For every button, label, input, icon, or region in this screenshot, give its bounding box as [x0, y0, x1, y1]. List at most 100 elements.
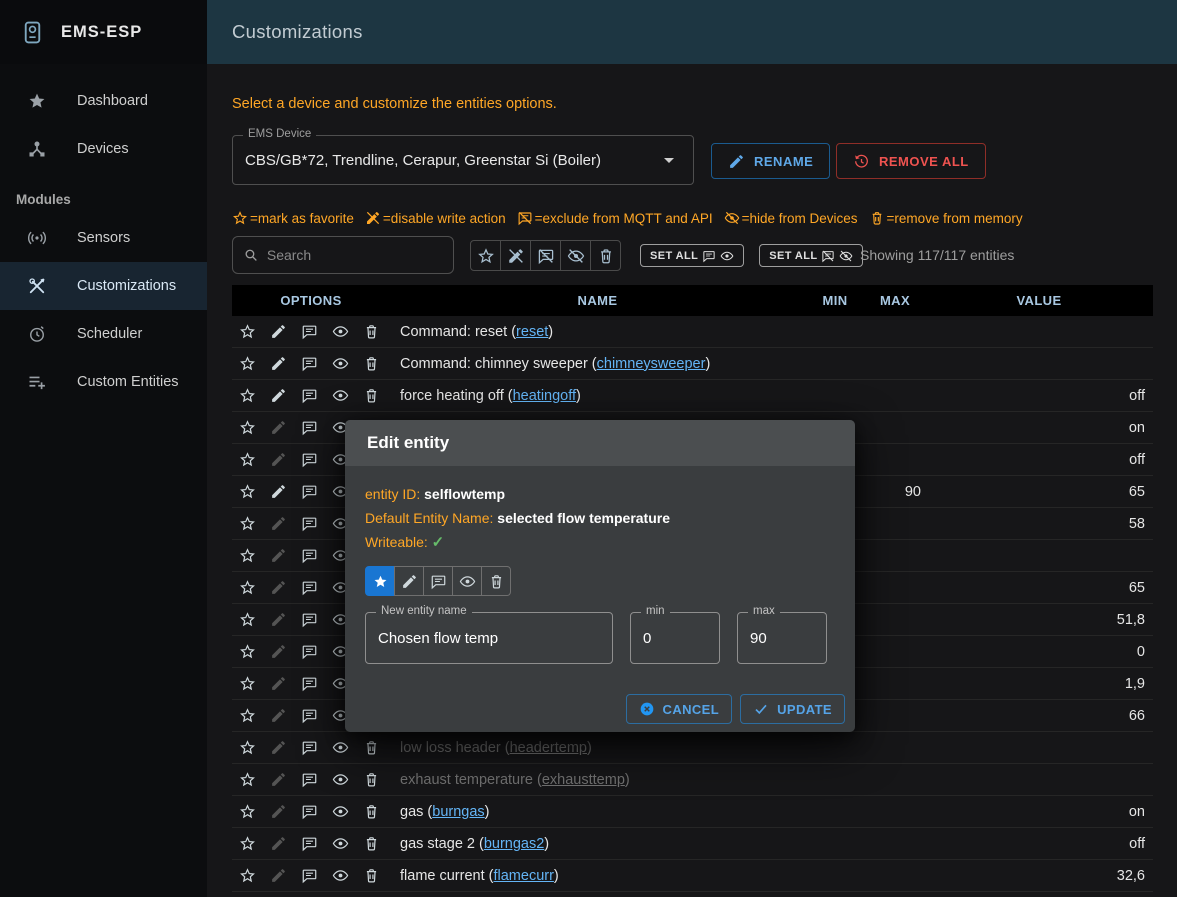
row-mqtt-button[interactable] [294, 412, 325, 443]
row-pencil-button[interactable] [263, 540, 294, 571]
row-star-button[interactable] [232, 540, 263, 571]
row-star-button[interactable] [232, 732, 263, 763]
filter-eye-off-button[interactable] [560, 240, 591, 271]
new-entity-name-input[interactable] [378, 630, 600, 647]
new-entity-name-field[interactable]: New entity name [365, 612, 613, 664]
row-mqtt-button[interactable] [294, 348, 325, 379]
row-mqtt-button[interactable] [294, 444, 325, 475]
row-star-button[interactable] [232, 444, 263, 475]
dialog-toggle-star[interactable] [365, 566, 395, 596]
entity-id-link[interactable]: chimneysweeper [597, 356, 706, 372]
search-input[interactable] [267, 247, 443, 263]
update-button[interactable]: UPDATE [740, 694, 845, 724]
sidebar-item-scheduler[interactable]: Scheduler [0, 310, 207, 358]
row-trash-button[interactable] [356, 796, 387, 827]
row-star-button[interactable] [232, 636, 263, 667]
cancel-button[interactable]: CANCEL [626, 694, 733, 724]
row-star-button[interactable] [232, 348, 263, 379]
max-input[interactable] [750, 630, 814, 647]
row-eye-button[interactable] [325, 796, 356, 827]
entity-id-link[interactable]: exhausttemp [542, 772, 625, 788]
row-star-button[interactable] [232, 700, 263, 731]
filter-star-button[interactable] [470, 240, 501, 271]
dialog-toggle-trash[interactable] [481, 566, 511, 596]
row-eye-button[interactable] [325, 732, 356, 763]
row-mqtt-button[interactable] [294, 604, 325, 635]
row-mqtt-button[interactable] [294, 572, 325, 603]
row-star-button[interactable] [232, 764, 263, 795]
row-pencil-button[interactable] [263, 828, 294, 859]
search-field[interactable] [232, 236, 454, 274]
row-trash-button[interactable] [356, 764, 387, 795]
row-pencil-button[interactable] [263, 796, 294, 827]
sidebar-item-customizations[interactable]: Customizations [0, 262, 207, 310]
max-field[interactable]: max [737, 612, 827, 664]
row-pencil-button[interactable] [263, 348, 294, 379]
row-mqtt-button[interactable] [294, 636, 325, 667]
row-mqtt-button[interactable] [294, 316, 325, 347]
row-star-button[interactable] [232, 476, 263, 507]
row-mqtt-button[interactable] [294, 700, 325, 731]
row-trash-button[interactable] [356, 348, 387, 379]
row-star-button[interactable] [232, 860, 263, 891]
row-star-button[interactable] [232, 380, 263, 411]
row-eye-button[interactable] [325, 828, 356, 859]
entity-id-link[interactable]: reset [516, 324, 548, 340]
row-pencil-button[interactable] [263, 444, 294, 475]
row-pencil-button[interactable] [263, 604, 294, 635]
row-star-button[interactable] [232, 508, 263, 539]
row-eye-button[interactable] [325, 380, 356, 411]
row-pencil-button[interactable] [263, 700, 294, 731]
sidebar-item-custom-entities[interactable]: Custom Entities [0, 358, 207, 406]
row-star-button[interactable] [232, 604, 263, 635]
set-all-button-2[interactable]: SET ALL [759, 244, 863, 267]
row-pencil-button[interactable] [263, 476, 294, 507]
row-star-button[interactable] [232, 828, 263, 859]
sidebar-item-sensors[interactable]: Sensors [0, 214, 207, 262]
dialog-toggle-mqtt[interactable] [423, 566, 453, 596]
row-pencil-button[interactable] [263, 316, 294, 347]
device-select[interactable]: EMS Device CBS/GB*72, Trendline, Cerapur… [232, 135, 694, 185]
row-mqtt-button[interactable] [294, 828, 325, 859]
row-mqtt-button[interactable] [294, 860, 325, 891]
entity-id-link[interactable]: flamecurr [493, 868, 553, 884]
entity-id-link[interactable]: heatingoff [513, 388, 576, 404]
row-star-button[interactable] [232, 316, 263, 347]
row-pencil-button[interactable] [263, 636, 294, 667]
set-all-button-1[interactable]: SET ALL [640, 244, 744, 267]
row-pencil-button[interactable] [263, 764, 294, 795]
entity-id-link[interactable]: headertemp [510, 740, 587, 756]
row-mqtt-button[interactable] [294, 508, 325, 539]
row-mqtt-button[interactable] [294, 540, 325, 571]
row-eye-button[interactable] [325, 316, 356, 347]
dialog-toggle-eye[interactable] [452, 566, 482, 596]
rename-button[interactable]: RENAME [711, 143, 830, 179]
row-star-button[interactable] [232, 796, 263, 827]
row-eye-button[interactable] [325, 348, 356, 379]
filter-trash-button[interactable] [590, 240, 621, 271]
row-trash-button[interactable] [356, 380, 387, 411]
filter-mqtt-off-button[interactable] [530, 240, 561, 271]
entity-id-link[interactable]: burngas [432, 804, 484, 820]
remove-all-button[interactable]: REMOVE ALL [836, 143, 986, 179]
filter-edit-off-button[interactable] [500, 240, 531, 271]
row-trash-button[interactable] [356, 732, 387, 763]
row-pencil-button[interactable] [263, 572, 294, 603]
row-trash-button[interactable] [356, 828, 387, 859]
min-input[interactable] [643, 630, 707, 647]
row-star-button[interactable] [232, 668, 263, 699]
row-trash-button[interactable] [356, 316, 387, 347]
row-mqtt-button[interactable] [294, 796, 325, 827]
row-star-button[interactable] [232, 572, 263, 603]
entity-id-link[interactable]: burngas2 [484, 836, 544, 852]
row-pencil-button[interactable] [263, 412, 294, 443]
row-mqtt-button[interactable] [294, 380, 325, 411]
row-eye-button[interactable] [325, 860, 356, 891]
row-trash-button[interactable] [356, 860, 387, 891]
row-star-button[interactable] [232, 412, 263, 443]
row-pencil-button[interactable] [263, 860, 294, 891]
row-mqtt-button[interactable] [294, 668, 325, 699]
row-pencil-button[interactable] [263, 380, 294, 411]
row-pencil-button[interactable] [263, 732, 294, 763]
row-pencil-button[interactable] [263, 668, 294, 699]
